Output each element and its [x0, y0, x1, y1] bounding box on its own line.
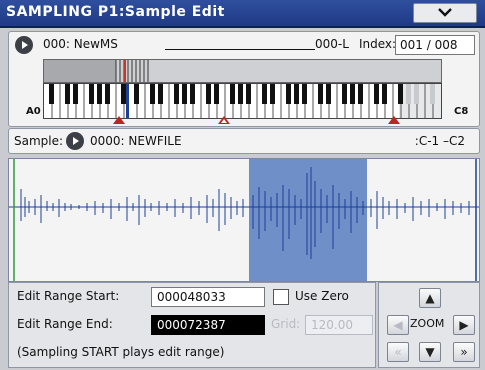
multisample-name[interactable]: 000: NewMS — [43, 37, 118, 51]
grid-label: Grid: — [271, 317, 301, 331]
zone-bars — [115, 60, 149, 82]
multisample-suffix: 000-L — [315, 37, 349, 51]
multisample-panel: 000: NewMS 000-L Index: 001 / 008 A0 C8 — [8, 31, 480, 127]
zoom-in-horizontal-button[interactable]: ▶ — [453, 315, 475, 335]
use-zero-checkbox[interactable] — [273, 289, 289, 305]
chevron-down-icon — [438, 8, 452, 17]
screen: SAMPLING P1:Sample Edit 000: NewMS 000-L… — [0, 0, 485, 370]
waveform-graphic — [9, 159, 479, 281]
page-title: SAMPLING P1:Sample Edit — [6, 4, 225, 20]
edit-range-start-field[interactable]: 000048033 — [151, 287, 265, 307]
edit-range-end-value: 000072387 — [157, 318, 226, 332]
keyboard-map[interactable] — [43, 59, 442, 119]
edit-range-start-label: Edit Range Start: — [17, 289, 120, 303]
edit-range-end-label: Edit Range End: — [17, 317, 113, 331]
zoom-in-vertical-button[interactable]: ▲ — [419, 288, 441, 308]
zoom-panel: ▲ ◀ ZOOM ▶ « ▼ » — [378, 282, 480, 368]
sample-name[interactable]: 0000: NEWFILE — [90, 134, 182, 148]
edit-range-panel: Edit Range Start: 000048033 Use Zero Edi… — [8, 282, 376, 368]
index-label: Index: — [359, 37, 397, 51]
keyboard-keys — [44, 84, 441, 118]
multisample-select-icon[interactable] — [15, 36, 33, 54]
sample-key-range: :C-1 –C2 — [414, 134, 465, 148]
zoom-label: ZOOM — [410, 317, 445, 330]
original-key-marker — [218, 116, 230, 124]
use-zero-label: Use Zero — [295, 289, 349, 303]
sample-select-icon[interactable] — [66, 132, 84, 150]
range-low-label: A0 — [26, 106, 41, 117]
edit-range-end-field[interactable]: 000072387 — [151, 315, 265, 335]
arrow-left-icon: ◀ — [393, 318, 403, 332]
sample-row: Sample: 0000: NEWFILE :C-1 –C2 — [8, 128, 480, 154]
zoom-out-horizontal-button: ◀ — [387, 315, 409, 335]
edit-range-hint: (Sampling START plays edit range) — [17, 345, 225, 359]
range-start-marker — [113, 116, 125, 124]
sample-label: Sample: — [14, 134, 64, 148]
grid-value: 120.00 — [311, 318, 353, 332]
sample-zone-strip — [43, 59, 442, 83]
range-high-label: C8 — [454, 106, 469, 117]
arrow-up-icon: ▲ — [425, 291, 435, 305]
edit-range-start-value: 000048033 — [157, 290, 226, 304]
zoom-out-vertical-button[interactable]: ▼ — [419, 342, 441, 362]
grid-field: 120.00 — [305, 315, 373, 335]
title-bar: SAMPLING P1:Sample Edit — [0, 0, 485, 28]
arrow-right-icon: ▶ — [459, 318, 469, 332]
page-menu-button[interactable] — [413, 3, 477, 23]
index-value: 001 / 008 — [400, 38, 458, 52]
waveform-display[interactable] — [8, 158, 480, 282]
range-end-marker — [388, 116, 400, 124]
double-right-arrow-icon: » — [460, 345, 468, 359]
keyboard — [43, 83, 442, 119]
scroll-to-end-button[interactable]: » — [453, 342, 475, 362]
arrow-down-icon: ▼ — [425, 345, 435, 359]
edit-range-selection — [249, 159, 367, 281]
double-left-arrow-icon: « — [394, 345, 402, 359]
index-field[interactable]: 001 / 008 — [395, 35, 475, 55]
scroll-to-start-button: « — [387, 342, 409, 362]
multisample-name-underline — [165, 49, 315, 50]
